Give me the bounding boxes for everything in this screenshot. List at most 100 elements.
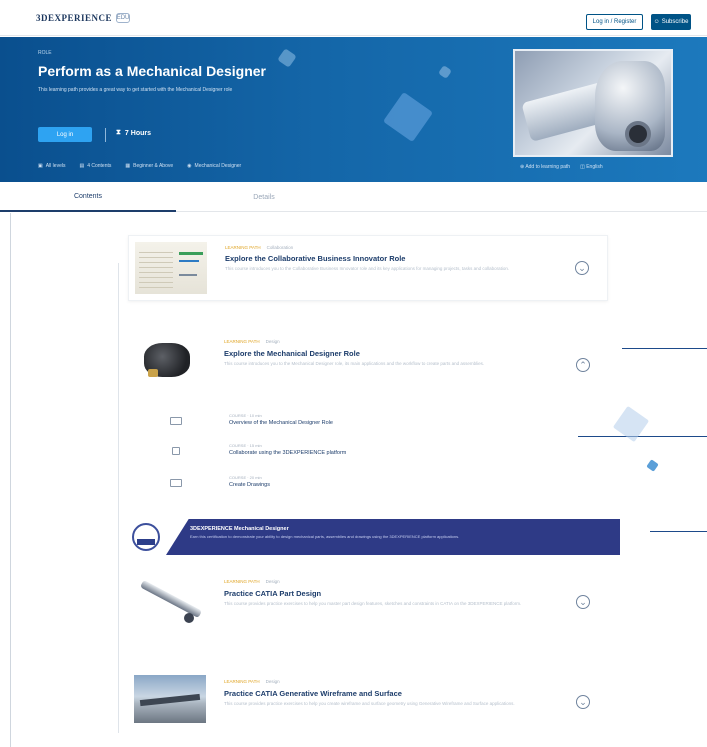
list-item[interactable]: COURSE · 10 min Overview of the Mechanic… <box>128 409 608 437</box>
decor-cube <box>382 91 434 143</box>
course-tag: LEARNING PATH Collaboration <box>225 245 293 250</box>
brand-name: 3DEXPERIENCE <box>36 13 113 23</box>
video-icon <box>170 479 182 487</box>
clock-icon: ⧗ <box>116 129 121 136</box>
decor-line <box>578 436 707 437</box>
meta-role-label: Mechanical Designer <box>194 163 242 169</box>
tag-sub: Design <box>265 339 280 344</box>
hero-login-button[interactable]: Log in <box>38 127 92 142</box>
duration: ⧗ 7 Hours <box>116 129 151 137</box>
hero-banner: ROLE Perform as a Mechanical Designer Th… <box>0 37 707 182</box>
course-description: This course introduces you to the Mechan… <box>224 361 485 366</box>
decor-cube <box>277 48 297 68</box>
login-register-button[interactable]: Log in / Register <box>586 14 643 30</box>
decor-line <box>650 531 707 532</box>
course-card[interactable]: LEARNING PATH Collaboration Explore the C… <box>128 235 608 301</box>
meta-level: ▣ All levels <box>38 163 65 169</box>
expand-button[interactable]: ⌄ <box>575 261 589 275</box>
language-label: English <box>586 164 603 170</box>
meta-audience-label: Beginner & Above <box>133 163 174 169</box>
expand-button[interactable]: ⌄ <box>576 595 590 609</box>
brand-logo[interactable]: 3DEXPERIENCE EDU <box>36 10 131 26</box>
course-title[interactable]: Explore the Mechanical Designer Role <box>224 349 360 358</box>
course-thumbnail <box>134 675 206 723</box>
decor-line <box>622 348 707 349</box>
item-title[interactable]: Create Drawings <box>229 482 270 488</box>
hero-image-part <box>625 121 651 147</box>
video-icon <box>172 447 180 455</box>
add-to-path-link[interactable]: ⊕ Add to learning path <box>520 164 570 170</box>
course-thumbnail <box>134 573 206 625</box>
decor-cube <box>646 459 659 472</box>
tab-bar: Contents Details <box>0 182 707 212</box>
meta-role: ◉ Mechanical Designer <box>187 163 241 169</box>
thumb-detail <box>139 579 203 619</box>
user-icon: ☺ <box>653 19 660 25</box>
tag-label: LEARNING PATH <box>224 579 260 584</box>
thumb-detail <box>139 693 201 707</box>
divider <box>105 128 106 142</box>
thumb-detail <box>179 252 203 255</box>
page-title: Perform as a Mechanical Designer <box>38 63 266 79</box>
brand-badge: EDU <box>116 13 131 23</box>
course-description: This course provides practice exercises … <box>224 701 515 706</box>
thumb-detail <box>179 260 199 262</box>
video-icon <box>170 417 182 425</box>
tab-details[interactable]: Details <box>176 182 352 212</box>
course-card[interactable]: LEARNING PATH Design Practice CATIA Gener… <box>128 665 608 735</box>
add-to-path-label: Add to learning path <box>525 164 571 170</box>
hero-description: This learning path provides a great way … <box>38 87 233 93</box>
tag-sub: Design <box>265 679 280 684</box>
item-title[interactable]: Collaborate using the 3DEXPERIENCE platf… <box>229 450 346 456</box>
course-card[interactable]: LEARNING PATH Design Practice CATIA Part … <box>128 567 608 639</box>
timeline <box>118 263 119 733</box>
course-card[interactable]: LEARNING PATH Design Explore the Mechanic… <box>128 321 608 405</box>
chevron-down-icon: ⌄ <box>578 262 586 273</box>
top-bar: 3DEXPERIENCE EDU Log in / Register ☺ Sub… <box>0 0 707 36</box>
course-tag: LEARNING PATH Design <box>224 579 280 584</box>
meta-level-label: All levels <box>45 163 66 169</box>
course-thumbnail <box>134 335 206 387</box>
item-meta: COURSE · 20 min <box>229 475 262 480</box>
decor-cube <box>438 65 452 79</box>
tag-label: LEARNING PATH <box>224 339 260 344</box>
language-link[interactable]: ◫ English <box>580 164 603 170</box>
hero-meta: ▣ All levels ▤ 4 Contents ▦ Beginner & Abov… <box>38 163 241 169</box>
hero-eyebrow: ROLE <box>38 50 52 56</box>
hero-image <box>513 49 673 157</box>
meta-contents: ▤ 4 Contents <box>79 163 111 169</box>
subscribe-label: Subscribe <box>661 19 689 25</box>
audience-icon: ▦ <box>125 163 131 169</box>
expand-button[interactable]: ⌄ <box>576 695 590 709</box>
tag-sub: Collaboration <box>266 245 294 250</box>
course-thumbnail <box>135 242 207 294</box>
chevron-down-icon: ⌄ <box>579 696 587 707</box>
contents-icon: ▤ <box>79 163 85 169</box>
duration-label: 7 Hours <box>124 129 151 137</box>
thumb-detail <box>179 274 197 276</box>
list-item[interactable]: COURSE · 20 min Create Drawings <box>128 471 608 499</box>
collapse-button[interactable]: ⌃ <box>576 358 590 372</box>
item-title[interactable]: Overview of the Mechanical Designer Role <box>229 420 333 426</box>
tag-label: LEARNING PATH <box>224 679 260 684</box>
item-meta: COURSE · 15 min <box>229 443 262 448</box>
subscribe-button[interactable]: ☺ Subscribe <box>651 14 691 30</box>
certification-badge-icon <box>132 523 160 551</box>
course-title[interactable]: Practice CATIA Generative Wireframe and … <box>224 689 402 698</box>
item-meta: COURSE · 10 min <box>229 413 262 418</box>
course-description: This course provides practice exercises … <box>224 601 522 606</box>
meta-audience: ▦ Beginner & Above <box>125 163 173 169</box>
course-title[interactable]: Explore the Collaborative Business Innov… <box>225 254 405 263</box>
chevron-up-icon: ⌃ <box>579 359 587 370</box>
course-tag: LEARNING PATH Design <box>224 339 280 344</box>
list-item[interactable]: COURSE · 15 min Collaborate using the 3D… <box>128 439 608 467</box>
thumb-detail <box>148 369 158 377</box>
chevron-down-icon: ⌄ <box>579 596 587 607</box>
certification-banner[interactable]: 3DEXPERIENCE Mechanical Designer Earn th… <box>132 519 620 557</box>
certification-title: 3DEXPERIENCE Mechanical Designer <box>190 526 289 532</box>
course-title[interactable]: Practice CATIA Part Design <box>224 589 321 598</box>
contents-panel: LEARNING PATH Collaboration Explore the C… <box>0 213 707 747</box>
tab-contents[interactable]: Contents <box>0 182 176 212</box>
course-description: This course introduces you to the Collab… <box>225 266 510 271</box>
hero-actions: ⊕ Add to learning path ◫ English <box>520 164 603 170</box>
